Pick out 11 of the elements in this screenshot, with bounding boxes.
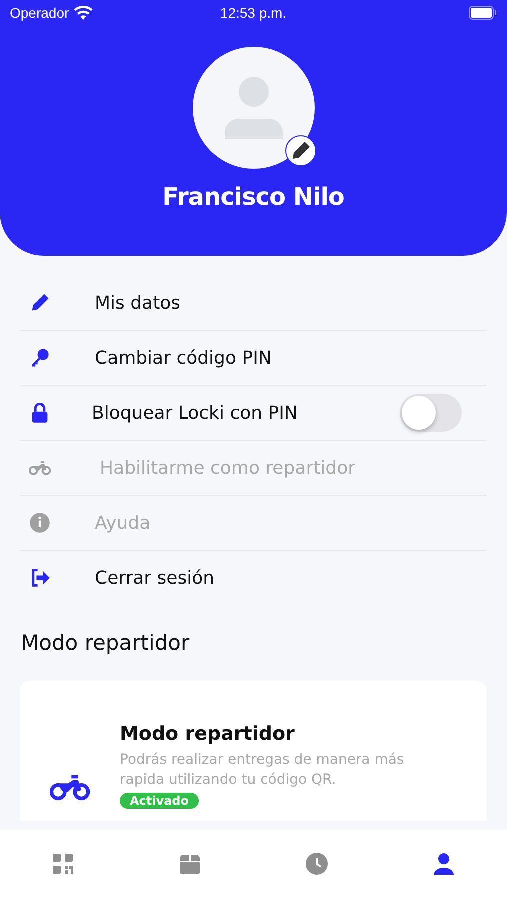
profile-name: Francisco Nilo xyxy=(162,183,344,211)
menu-item[interactable]: Bloquear Locki con PIN xyxy=(92,402,298,424)
card-description: Podrás realizar entregas de manera más rapida utilizando tu código QR. xyxy=(120,751,406,790)
carrier-name: Operador xyxy=(10,5,70,21)
section-title: Modo repartidor xyxy=(21,631,191,655)
status-badge: Activado xyxy=(120,793,200,810)
menu-item[interactable]: Cambiar código PIN xyxy=(95,348,272,368)
menu-item[interactable]: Cerrar sesión xyxy=(95,568,215,588)
status-time: 12:53 p.m. xyxy=(220,5,287,21)
menu-item[interactable]: Mis datos xyxy=(95,292,181,314)
card-title: Modo repartidor xyxy=(120,723,296,745)
